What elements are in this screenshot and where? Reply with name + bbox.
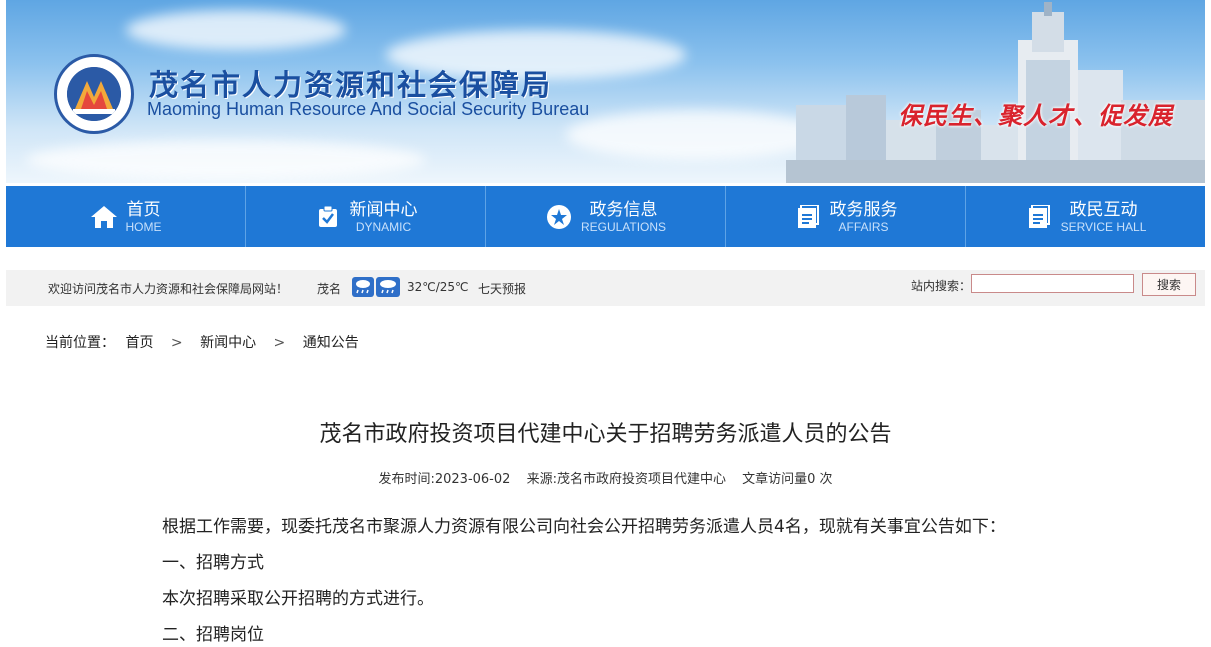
search-label: 站内搜索： [911, 279, 972, 293]
breadcrumb-notices[interactable]: 通知公告 [303, 332, 359, 352]
nav-item-affairs[interactable]: 政务服务 AFFAIRS [726, 186, 966, 247]
temperature: 32℃/25℃ [407, 280, 469, 294]
bureau-logo[interactable] [54, 54, 134, 134]
rain-icon [376, 277, 400, 297]
search-input[interactable] [971, 274, 1134, 293]
header-banner: 茂名市人力资源和社会保障局 Maoming Human Resource And… [6, 0, 1205, 183]
breadcrumb-home[interactable]: 首页 [125, 332, 153, 352]
forecast-link[interactable]: 七天预报 [478, 280, 526, 297]
city-skyline-image [786, 2, 1205, 183]
slogan: 保民生、聚人才、促发展 [898, 101, 1173, 130]
view-count: 文章访问量0 次 [742, 472, 833, 487]
home-icon [90, 203, 118, 231]
breadcrumb-label: 当前位置： [45, 335, 115, 351]
article-source: 来源:茂名市政府投资项目代建中心 [526, 472, 726, 487]
nav-item-news[interactable]: 新闻中心 DYNAMIC [246, 186, 486, 247]
info-bar: 欢迎访问茂名市人力资源和社会保障局网站！ 茂名 32℃/25℃ 七天预报 站内搜… [6, 270, 1205, 306]
nav-item-regulations[interactable]: 政务信息 REGULATIONS [486, 186, 726, 247]
nav-item-service-hall[interactable]: 政民互动 SERVICE HALL [966, 186, 1205, 247]
document-icon [794, 203, 822, 231]
publish-time: 发布时间:2023-06-02 [378, 472, 511, 487]
breadcrumb-separator: > [273, 335, 286, 351]
clipboard-icon [314, 203, 342, 231]
breadcrumb-news[interactable]: 新闻中心 [200, 332, 256, 352]
weather-city: 茂名 [317, 282, 342, 296]
article-paragraph: 根据工作需要，现委托茂名市聚源人力资源有限公司向社会公开招聘劳务派遣人员4名，现… [162, 517, 1006, 537]
article-meta: 发布时间:2023-06-02 来源:茂名市政府投资项目代建中心 文章访问量0 … [0, 468, 1211, 487]
document-icon [1025, 203, 1053, 231]
main-nav: 首页 HOME 新闻中心 DYNAMIC 政务信息 REGULATIONS 政务… [6, 186, 1205, 247]
breadcrumb: 当前位置： 首页 > 新闻中心 > 通知公告 [45, 332, 359, 352]
article-paragraph: 二、招聘岗位 [162, 625, 264, 645]
star-icon [545, 203, 573, 231]
site-title: 茂名市人力资源和社会保障局 [149, 68, 553, 102]
breadcrumb-separator: > [170, 335, 183, 351]
nav-item-home[interactable]: 首页 HOME [6, 186, 246, 247]
site-title-en: Maoming Human Resource And Social Securi… [147, 99, 590, 119]
article-title: 茂名市政府投资项目代建中心关于招聘劳务派遣人员的公告 [319, 422, 892, 447]
page: 茂名市人力资源和社会保障局 Maoming Human Resource And… [0, 0, 1211, 647]
search-button[interactable]: 搜索 [1142, 273, 1196, 296]
article-paragraph: 本次招聘采取公开招聘的方式进行。 [162, 589, 434, 609]
welcome-text: 欢迎访问茂名市人力资源和社会保障局网站！ [48, 282, 289, 296]
article-paragraph: 一、招聘方式 [162, 553, 264, 573]
rain-icon [352, 277, 374, 297]
